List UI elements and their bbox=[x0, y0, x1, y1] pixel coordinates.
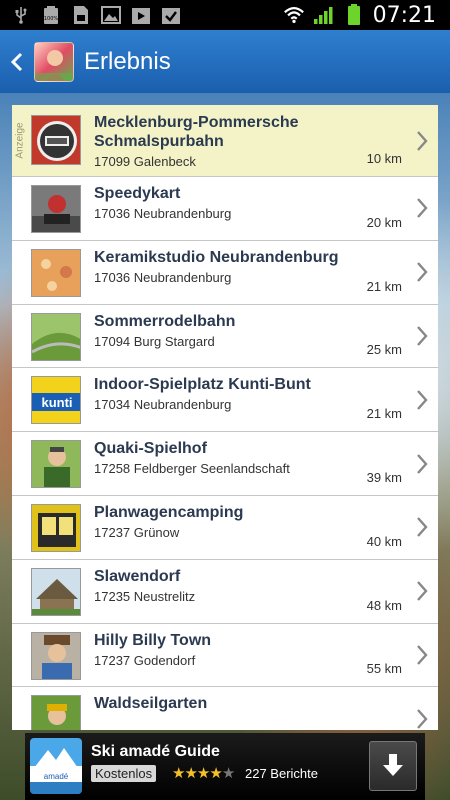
star-empty-icon: ★ bbox=[221, 765, 235, 782]
item-title: Waldseilgarten bbox=[94, 695, 208, 713]
play-store-icon bbox=[130, 5, 152, 25]
list-item[interactable]: Speedykart 17036 Neubrandenburg 20 km bbox=[12, 177, 438, 241]
item-distance: 40 km bbox=[366, 533, 402, 549]
task-done-icon bbox=[160, 5, 182, 25]
chevron-left-icon bbox=[10, 52, 23, 71]
item-address: 17036 Neubrandenburg bbox=[94, 269, 232, 285]
list-item[interactable]: Waldseilgarten bbox=[12, 687, 438, 730]
item-distance: 21 km bbox=[366, 406, 402, 422]
item-distance: 20 km bbox=[366, 214, 402, 230]
app-icon[interactable] bbox=[34, 41, 74, 82]
ad-logo-text: amadé bbox=[44, 772, 69, 781]
chevron-right-icon bbox=[417, 130, 428, 151]
list-item[interactable]: Quaki-Spielhof 17258 Feldberger Seenland… bbox=[12, 432, 438, 496]
item-title: Quaki-Spielhof bbox=[94, 440, 207, 458]
chevron-right-icon bbox=[417, 517, 428, 538]
item-address: 17099 Galenbeck bbox=[94, 154, 196, 169]
star-icon: ★ bbox=[172, 765, 185, 782]
item-distance: 21 km bbox=[366, 278, 402, 294]
item-thumbnail bbox=[31, 695, 81, 730]
chevron-right-icon bbox=[417, 198, 428, 219]
item-title: Hilly Billy Town bbox=[94, 631, 212, 649]
item-title: Sommerrodelbahn bbox=[94, 312, 236, 330]
ad-tag: Anzeige bbox=[12, 105, 28, 176]
ad-rating-stars: ★★★★★ bbox=[172, 764, 235, 782]
ad-tag-label: Anzeige bbox=[14, 122, 26, 159]
list-item[interactable]: Hilly Billy Town 17237 Godendorf 55 km bbox=[12, 623, 438, 688]
sd-card-icon bbox=[70, 5, 92, 25]
item-thumbnail bbox=[31, 503, 81, 552]
star-icon: ★ bbox=[196, 765, 210, 782]
status-bar: 100% 07:21 bbox=[0, 0, 450, 30]
action-bar: Erlebnis bbox=[0, 30, 450, 93]
list-item[interactable]: Anzeige Mecklenburg-Pommersche Schmalspu… bbox=[12, 105, 438, 177]
wifi-icon bbox=[283, 5, 305, 25]
item-title: Mecklenburg-Pommersche Schmalspurbahn bbox=[94, 114, 299, 150]
chevron-right-icon bbox=[417, 581, 428, 601]
attraction-list: Anzeige Mecklenburg-Pommersche Schmalspu… bbox=[12, 105, 438, 730]
item-distance: 48 km bbox=[366, 597, 402, 613]
item-thumbnail bbox=[31, 248, 81, 297]
signal-icon bbox=[313, 5, 335, 25]
item-distance: 25 km bbox=[366, 342, 402, 358]
list-item[interactable]: kunti Indoor-Spielplatz Kunti-Bunt 17034… bbox=[12, 368, 438, 433]
item-distance: 10 km bbox=[366, 151, 402, 166]
item-thumbnail: kunti bbox=[31, 376, 81, 425]
list-item[interactable]: Planwagencamping 17237 Grünow 40 km bbox=[12, 495, 438, 560]
chevron-right-icon bbox=[417, 262, 428, 282]
chevron-right-icon bbox=[417, 645, 428, 665]
list-item[interactable]: Keramikstudio Neubrandenburg 17036 Neubr… bbox=[12, 240, 438, 305]
item-address: 17237 Grünow bbox=[94, 524, 180, 540]
star-icon: ★ bbox=[184, 765, 197, 782]
clock: 07:21 bbox=[372, 2, 436, 28]
download-button[interactable] bbox=[369, 741, 417, 791]
item-distance: 39 km bbox=[366, 469, 402, 485]
battery-icon bbox=[343, 4, 365, 25]
item-title: Indoor-Spielplatz Kunti-Bunt bbox=[94, 376, 311, 394]
chevron-right-icon bbox=[417, 326, 428, 346]
ad-banner[interactable]: amadé Ski amadé Guide Kostenlos ★★★★★ 22… bbox=[25, 733, 425, 800]
star-icon: ★ bbox=[209, 765, 222, 782]
battery-percent-label: 100% bbox=[44, 16, 59, 22]
svg-text:kunti: kunti bbox=[41, 395, 72, 410]
item-distance: 55 km bbox=[366, 661, 402, 677]
item-thumbnail bbox=[31, 312, 81, 361]
item-thumbnail bbox=[31, 115, 81, 165]
item-thumbnail bbox=[31, 185, 81, 233]
item-thumbnail bbox=[31, 631, 81, 680]
item-thumbnail bbox=[31, 440, 81, 489]
ad-title: Ski amadé Guide bbox=[91, 743, 220, 760]
item-title: Keramikstudio Neubrandenburg bbox=[94, 248, 339, 266]
item-address: 17258 Feldberger Seenlandschaft bbox=[94, 461, 290, 477]
item-thumbnail bbox=[31, 567, 81, 616]
list-item[interactable]: Sommerrodelbahn 17094 Burg Stargard 25 k… bbox=[12, 304, 438, 369]
item-address: 17235 Neustrelitz bbox=[94, 588, 196, 604]
image-icon bbox=[100, 5, 122, 25]
battery-full-icon: 100% bbox=[40, 5, 62, 25]
item-address: 17094 Burg Stargard bbox=[94, 333, 215, 349]
item-title: Slawendorf bbox=[94, 567, 181, 585]
ad-price-badge: Kostenlos bbox=[91, 765, 157, 782]
download-arrow-icon bbox=[383, 754, 403, 776]
item-address: 17036 Neubrandenburg bbox=[94, 206, 232, 221]
usb-icon bbox=[10, 5, 32, 25]
ad-review-count: 227 Berichte bbox=[245, 766, 318, 781]
back-button[interactable] bbox=[0, 30, 34, 93]
item-address: 17237 Godendorf bbox=[94, 652, 196, 668]
ad-app-logo[interactable]: amadé bbox=[30, 738, 82, 794]
chevron-right-icon bbox=[417, 389, 428, 410]
item-title: Planwagencamping bbox=[94, 503, 244, 521]
chevron-right-icon bbox=[417, 708, 428, 729]
item-title: Speedykart bbox=[94, 185, 181, 202]
item-address: 17034 Neubrandenburg bbox=[94, 397, 232, 413]
page-title: Erlebnis bbox=[84, 47, 171, 75]
list-item[interactable]: Slawendorf 17235 Neustrelitz 48 km bbox=[12, 559, 438, 624]
chevron-right-icon bbox=[417, 453, 428, 474]
